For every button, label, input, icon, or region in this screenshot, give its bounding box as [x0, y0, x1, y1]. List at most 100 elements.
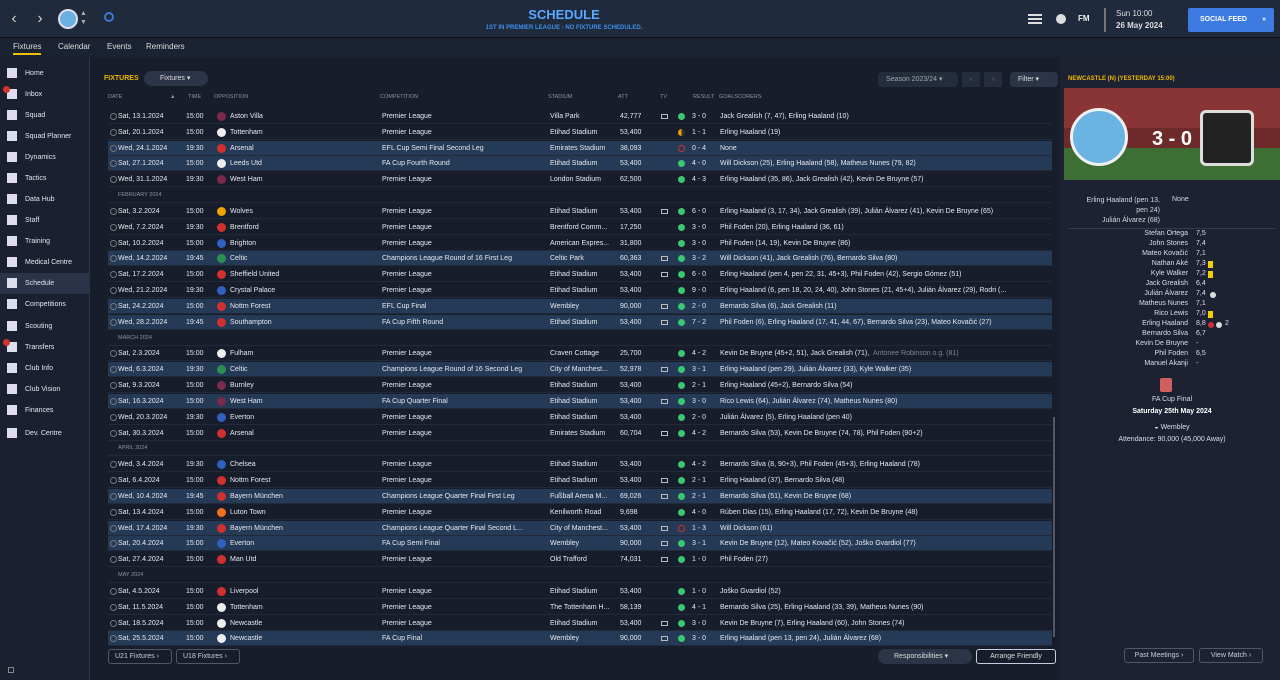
stadium-name[interactable]: Wembley	[550, 536, 618, 551]
col-competition[interactable]: COMPETITION	[380, 94, 418, 100]
competition-name[interactable]: Champions League Round of 16 First Leg	[382, 251, 546, 266]
competition-name[interactable]: Premier League	[382, 552, 546, 567]
result-score[interactable]: 6 - 0	[692, 267, 718, 282]
sidebar-item-trophy[interactable]: Competitions	[0, 294, 90, 315]
result-score[interactable]: 4 - 2	[692, 457, 718, 472]
competition-name[interactable]: Premier League	[382, 378, 546, 393]
sidebar-item-training[interactable]: Training	[0, 231, 90, 252]
opposition-name[interactable]: Arsenal	[230, 426, 375, 441]
competition-name[interactable]: Premier League	[382, 346, 546, 361]
result-score[interactable]: 3 - 1	[692, 362, 718, 377]
col-tv[interactable]: TV	[660, 94, 667, 100]
result-score[interactable]: 4 - 3	[692, 172, 718, 187]
col-goalscorers[interactable]: GOALSCORERS	[719, 94, 761, 100]
table-row[interactable]: Sat, 25.5.2024 15:00 Newcastle FA Cup Final…	[108, 631, 1052, 646]
table-row[interactable]: Sat, 3.2.2024 15:00 Wolves Premier League Et…	[108, 204, 1052, 219]
player-name[interactable]: Nathan Aké	[1152, 260, 1188, 267]
competition-name[interactable]: EFL Cup Semi Final Second Leg	[382, 141, 546, 156]
competition-name[interactable]: FA Cup Final	[382, 631, 546, 646]
sidebar-item-medical[interactable]: Medical Centre	[0, 252, 90, 273]
sidebar-item-dev-centre[interactable]: Dev. Centre	[0, 423, 90, 444]
sidebar-item-staff[interactable]: Staff	[0, 210, 90, 231]
opposition-name[interactable]: Tottenham	[230, 600, 375, 615]
competition-name[interactable]: Premier League	[382, 267, 546, 282]
result-score[interactable]: 7 - 2	[692, 315, 718, 330]
competition-name[interactable]: Premier League	[382, 109, 546, 124]
filter-button[interactable]: Filter ▾	[1010, 72, 1058, 87]
table-row[interactable]: Wed, 17.4.2024 19:30 Bayern München Champio…	[108, 521, 1052, 536]
player-rating-row[interactable]: Manuel Akanji -	[1064, 360, 1280, 370]
player-rating-row[interactable]: Julián Álvarez 7,4	[1064, 290, 1280, 300]
competition-name[interactable]: FA Cup Fifth Round	[382, 315, 546, 330]
player-name[interactable]: Stefan Ortega	[1144, 230, 1188, 237]
stadium-name[interactable]: Craven Cottage	[550, 346, 618, 361]
opposition-badge-icon[interactable]	[217, 207, 226, 216]
col-stadium[interactable]: STADIUM	[548, 94, 572, 100]
stadium-name[interactable]: Etihad Stadium	[550, 616, 618, 631]
opposition-badge-icon[interactable]	[217, 460, 226, 469]
player-rating-row[interactable]: Jack Grealish 6,4	[1064, 280, 1280, 290]
result-score[interactable]: 2 - 0	[692, 299, 718, 314]
table-row[interactable]: Sat, 20.1.2024 15:00 Tottenham Premier Leag…	[108, 125, 1052, 140]
fixtures-dropdown[interactable]: Fixtures ▾	[144, 71, 208, 86]
stadium-name[interactable]: City of Manchest...	[550, 521, 618, 536]
opposition-badge-icon[interactable]	[217, 603, 226, 612]
result-score[interactable]: 1 - 3	[692, 521, 718, 536]
result-score[interactable]: 4 - 0	[692, 156, 718, 171]
sidebar-item-home[interactable]: Home	[0, 63, 90, 84]
opposition-name[interactable]: Man Utd	[230, 552, 375, 567]
col-time[interactable]: TIME	[188, 94, 201, 100]
player-name[interactable]: Phil Foden	[1155, 350, 1188, 357]
competition-name[interactable]: FA Cup Fourth Round	[382, 156, 546, 171]
menu-icon[interactable]	[1028, 14, 1042, 24]
table-row[interactable]: Sat, 13.1.2024 15:00 Aston Villa Premier Le…	[108, 109, 1052, 124]
stadium-name[interactable]: Emirates Stadium	[550, 141, 618, 156]
opposition-name[interactable]: Southampton	[230, 315, 375, 330]
stadium-name[interactable]: Etihad Stadium	[550, 410, 618, 425]
sidebar-collapse-icon[interactable]	[8, 667, 14, 673]
stadium-name[interactable]: Etihad Stadium	[550, 283, 618, 298]
competition-name[interactable]: Champions League Quarter Final First Leg	[382, 489, 546, 504]
sidebar-item-club-vision[interactable]: Club Vision	[0, 379, 90, 400]
player-rating-row[interactable]: Matheus Nunes 7,1	[1064, 300, 1280, 310]
player-name[interactable]: Kyle Walker	[1151, 270, 1188, 277]
opposition-name[interactable]: Newcastle	[230, 631, 375, 646]
competition-name[interactable]: Premier League	[382, 172, 546, 187]
col-att[interactable]: ATT	[618, 94, 628, 100]
sidebar-item-squad-planner[interactable]: Squad Planner	[0, 126, 90, 147]
result-score[interactable]: 9 - 0	[692, 283, 718, 298]
table-row[interactable]: Wed, 14.2.2024 19:45 Celtic Champions Leagu…	[108, 251, 1052, 266]
result-score[interactable]: 4 - 1	[692, 600, 718, 615]
competition-name[interactable]: Premier League	[382, 204, 546, 219]
opposition-name[interactable]: Sheffield United	[230, 267, 375, 282]
opposition-name[interactable]: West Ham	[230, 394, 375, 409]
player-name[interactable]: Mateo Kovačić	[1142, 250, 1188, 257]
sidebar-item-club-info[interactable]: Club Info	[0, 358, 90, 379]
table-row[interactable]: Sat, 20.4.2024 15:00 Everton FA Cup Semi Fi…	[108, 536, 1052, 551]
competition-name[interactable]: Champions League Quarter Final Second L.…	[382, 521, 546, 536]
result-score[interactable]: 3 - 0	[692, 631, 718, 646]
sidebar-item-squad[interactable]: Squad	[0, 105, 90, 126]
opposition-badge-icon[interactable]	[217, 429, 226, 438]
responsibilities-button[interactable]: Responsibilities ▾	[878, 649, 972, 664]
result-score[interactable]: 6 - 0	[692, 204, 718, 219]
opposition-badge-icon[interactable]	[217, 539, 226, 548]
stadium-name[interactable]: City of Manchest...	[550, 362, 618, 377]
result-score[interactable]: 1 - 1	[692, 125, 718, 140]
col-opposition[interactable]: OPPOSITION	[214, 94, 248, 100]
table-row[interactable]: Wed, 6.3.2024 19:30 Celtic Champions League…	[108, 362, 1052, 377]
sidebar-item-schedule[interactable]: Schedule	[0, 273, 90, 294]
opposition-badge-icon[interactable]	[217, 508, 226, 517]
table-row[interactable]: Wed, 21.2.2024 19:30 Crystal Palace Premier…	[108, 283, 1052, 298]
competition-name[interactable]: Premier League	[382, 125, 546, 140]
match-panel-title[interactable]: NEWCASTLE (N) (YESTERDAY 15:00)	[1068, 76, 1175, 82]
stadium-name[interactable]: Etihad Stadium	[550, 315, 618, 330]
opposition-name[interactable]: Brentford	[230, 220, 375, 235]
opposition-name[interactable]: Celtic	[230, 251, 375, 266]
stadium-name[interactable]: Etihad Stadium	[550, 584, 618, 599]
table-row[interactable]: Wed, 28.2.2024 19:45 Southampton FA Cup Fif…	[108, 315, 1052, 330]
opposition-name[interactable]: Tottenham	[230, 125, 375, 140]
stadium-name[interactable]: Emirates Stadium	[550, 426, 618, 441]
table-row[interactable]: Wed, 31.1.2024 19:30 West Ham Premier Leagu…	[108, 172, 1052, 187]
opposition-badge-icon[interactable]	[217, 476, 226, 485]
